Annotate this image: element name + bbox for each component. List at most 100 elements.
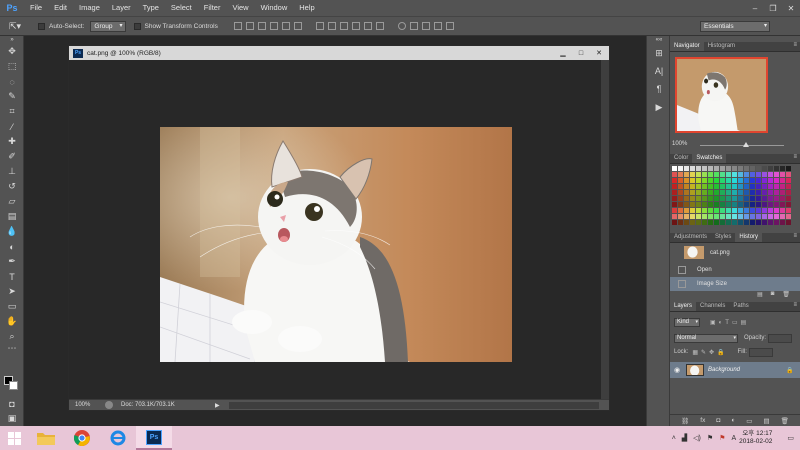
history-snapshot[interactable]: cat.png bbox=[670, 244, 800, 261]
3d-pan-icon[interactable] bbox=[421, 22, 430, 30]
distribute-left-icon[interactable] bbox=[351, 22, 360, 30]
layer-filter-icons[interactable]: ▣◐T▭▤ bbox=[710, 319, 749, 326]
screen-mode-icon[interactable]: ▣ bbox=[0, 411, 24, 426]
workspace-dropdown[interactable]: Essentials bbox=[700, 21, 770, 32]
tab-histogram[interactable]: Histogram bbox=[704, 42, 739, 51]
doc-close-icon[interactable]: ✕ bbox=[591, 47, 607, 59]
distribute-top-icon[interactable] bbox=[315, 22, 324, 30]
quick-mask-icon[interactable]: ◘ bbox=[0, 396, 24, 411]
notification-flag-icon[interactable]: ⚑ bbox=[719, 434, 725, 442]
tab-swatches[interactable]: Swatches bbox=[692, 154, 727, 163]
tab-styles[interactable]: Styles bbox=[711, 233, 735, 242]
tray-expand-icon[interactable]: ˄ bbox=[672, 435, 676, 442]
tab-navigator[interactable]: Navigator bbox=[670, 42, 704, 51]
align-right-icon[interactable] bbox=[293, 22, 302, 30]
minimize-icon[interactable]: – bbox=[746, 0, 764, 16]
pen-tool-icon[interactable]: ✒ bbox=[0, 254, 24, 269]
background-color-swatch[interactable] bbox=[9, 381, 18, 390]
brush-tool-icon[interactable]: ✐ bbox=[0, 149, 24, 164]
adjustment-layer-icon[interactable]: ◐ bbox=[731, 417, 735, 424]
align-bottom-icon[interactable] bbox=[257, 22, 266, 30]
paragraph-panel-icon[interactable]: ¶ bbox=[647, 80, 671, 98]
distribute-bottom-icon[interactable] bbox=[339, 22, 348, 30]
network-icon[interactable]: ▟ bbox=[682, 434, 687, 442]
start-button[interactable] bbox=[0, 426, 28, 450]
align-left-icon[interactable] bbox=[269, 22, 278, 30]
flag-icon[interactable]: ⚑ bbox=[707, 434, 713, 442]
taskbar-file-explorer[interactable] bbox=[28, 426, 64, 450]
auto-select-checkbox[interactable] bbox=[38, 22, 45, 30]
menu-view[interactable]: View bbox=[226, 0, 254, 16]
menu-file[interactable]: File bbox=[24, 0, 48, 16]
tools-collapse-icon[interactable]: » bbox=[0, 36, 24, 44]
hand-tool-icon[interactable]: ✋ bbox=[0, 314, 24, 329]
history-item-image-size[interactable]: Image Size bbox=[670, 277, 800, 291]
ime-icon[interactable]: A bbox=[731, 435, 736, 442]
navigator-menu-icon[interactable]: ≡ bbox=[793, 42, 797, 48]
eraser-tool-icon[interactable]: ▱ bbox=[0, 194, 24, 209]
delete-layer-icon[interactable]: 🗑 bbox=[781, 417, 789, 425]
gradient-tool-icon[interactable]: ▤ bbox=[0, 209, 24, 224]
fill-field[interactable] bbox=[748, 347, 773, 357]
navigator-thumbnail[interactable] bbox=[675, 57, 768, 133]
status-zoom[interactable]: 100% bbox=[69, 402, 97, 408]
path-select-tool-icon[interactable]: ➤ bbox=[0, 284, 24, 299]
distribute-hcenter-icon[interactable] bbox=[363, 22, 372, 30]
align-top-icon[interactable] bbox=[233, 22, 242, 30]
history-panel-icon[interactable]: ⊞ bbox=[647, 44, 671, 62]
layer-row-background[interactable]: ◉ Background 🔒 bbox=[670, 362, 800, 378]
tab-channels[interactable]: Channels bbox=[696, 302, 729, 311]
canvas-area[interactable] bbox=[69, 60, 601, 399]
color-swatch[interactable] bbox=[786, 220, 792, 226]
type-tool-icon[interactable]: T bbox=[0, 269, 24, 284]
navigator-zoom-knob[interactable] bbox=[743, 142, 749, 147]
snapshot-camera-icon[interactable]: ◙ bbox=[771, 291, 775, 301]
new-layer-icon[interactable]: ▤ bbox=[763, 417, 769, 425]
history-trash-icon[interactable]: 🗑 bbox=[782, 291, 790, 301]
distribute-vcenter-icon[interactable] bbox=[327, 22, 336, 30]
link-layers-icon[interactable]: ⛓ bbox=[681, 417, 689, 425]
strip-collapse-icon[interactable]: «« bbox=[647, 36, 671, 44]
layer-style-icon[interactable]: fx bbox=[700, 417, 705, 424]
dodge-tool-icon[interactable]: ◐ bbox=[0, 239, 24, 254]
visibility-eye-icon[interactable]: ◉ bbox=[670, 366, 684, 374]
move-tool-icon[interactable]: ✥ bbox=[0, 44, 24, 59]
auto-select-dropdown[interactable]: Group bbox=[90, 20, 126, 32]
volume-icon[interactable]: ◁) bbox=[693, 434, 701, 442]
menu-select[interactable]: Select bbox=[165, 0, 198, 16]
tab-color[interactable]: Color bbox=[670, 154, 692, 163]
auto-select-option[interactable]: Auto-Select: bbox=[38, 22, 84, 30]
transform-controls-option[interactable]: Show Transform Controls bbox=[133, 22, 218, 30]
lasso-tool-icon[interactable]: ◌ bbox=[0, 74, 24, 89]
layer-mask-icon[interactable]: ◘ bbox=[716, 417, 720, 424]
menu-filter[interactable]: Filter bbox=[198, 0, 227, 16]
vertical-scrollbar[interactable] bbox=[601, 60, 609, 399]
blend-mode-dropdown[interactable]: Normal bbox=[674, 333, 738, 343]
doc-maximize-icon[interactable]: □ bbox=[573, 47, 589, 59]
menu-window[interactable]: Window bbox=[255, 0, 294, 16]
history-item-open[interactable]: Open bbox=[670, 263, 800, 277]
marquee-tool-icon[interactable]: ⬚ bbox=[0, 59, 24, 74]
character-panel-icon[interactable]: A| bbox=[647, 62, 671, 80]
taskbar-internet-explorer[interactable] bbox=[100, 426, 136, 450]
lock-icons[interactable]: ▦✎✥🔒 bbox=[692, 349, 727, 356]
3d-roll-icon[interactable] bbox=[409, 22, 418, 30]
blur-tool-icon[interactable]: 💧 bbox=[0, 224, 24, 239]
close-icon[interactable]: ✕ bbox=[782, 0, 800, 16]
align-vcenter-icon[interactable] bbox=[245, 22, 254, 30]
new-document-icon[interactable]: ▤ bbox=[757, 291, 763, 301]
status-menu-arrow-icon[interactable]: ▶ bbox=[215, 402, 220, 409]
doc-minimize-icon[interactable]: ▁ bbox=[555, 47, 571, 59]
layers-menu-icon[interactable]: ≡ bbox=[793, 302, 797, 308]
horizontal-scrollbar[interactable] bbox=[229, 402, 599, 409]
taskbar-photoshop[interactable]: Ps bbox=[136, 426, 172, 450]
tab-paths[interactable]: Paths bbox=[729, 302, 752, 311]
3d-scale-icon[interactable] bbox=[445, 22, 454, 30]
tab-layers[interactable]: Layers bbox=[670, 302, 697, 311]
eyedropper-tool-icon[interactable]: ⁄ bbox=[0, 119, 24, 134]
3d-rotate-icon[interactable] bbox=[397, 22, 406, 30]
actions-panel-icon[interactable]: ▶ bbox=[647, 98, 671, 116]
menu-layer[interactable]: Layer bbox=[106, 0, 137, 16]
cat-image[interactable] bbox=[160, 127, 512, 362]
3d-slide-icon[interactable] bbox=[433, 22, 442, 30]
